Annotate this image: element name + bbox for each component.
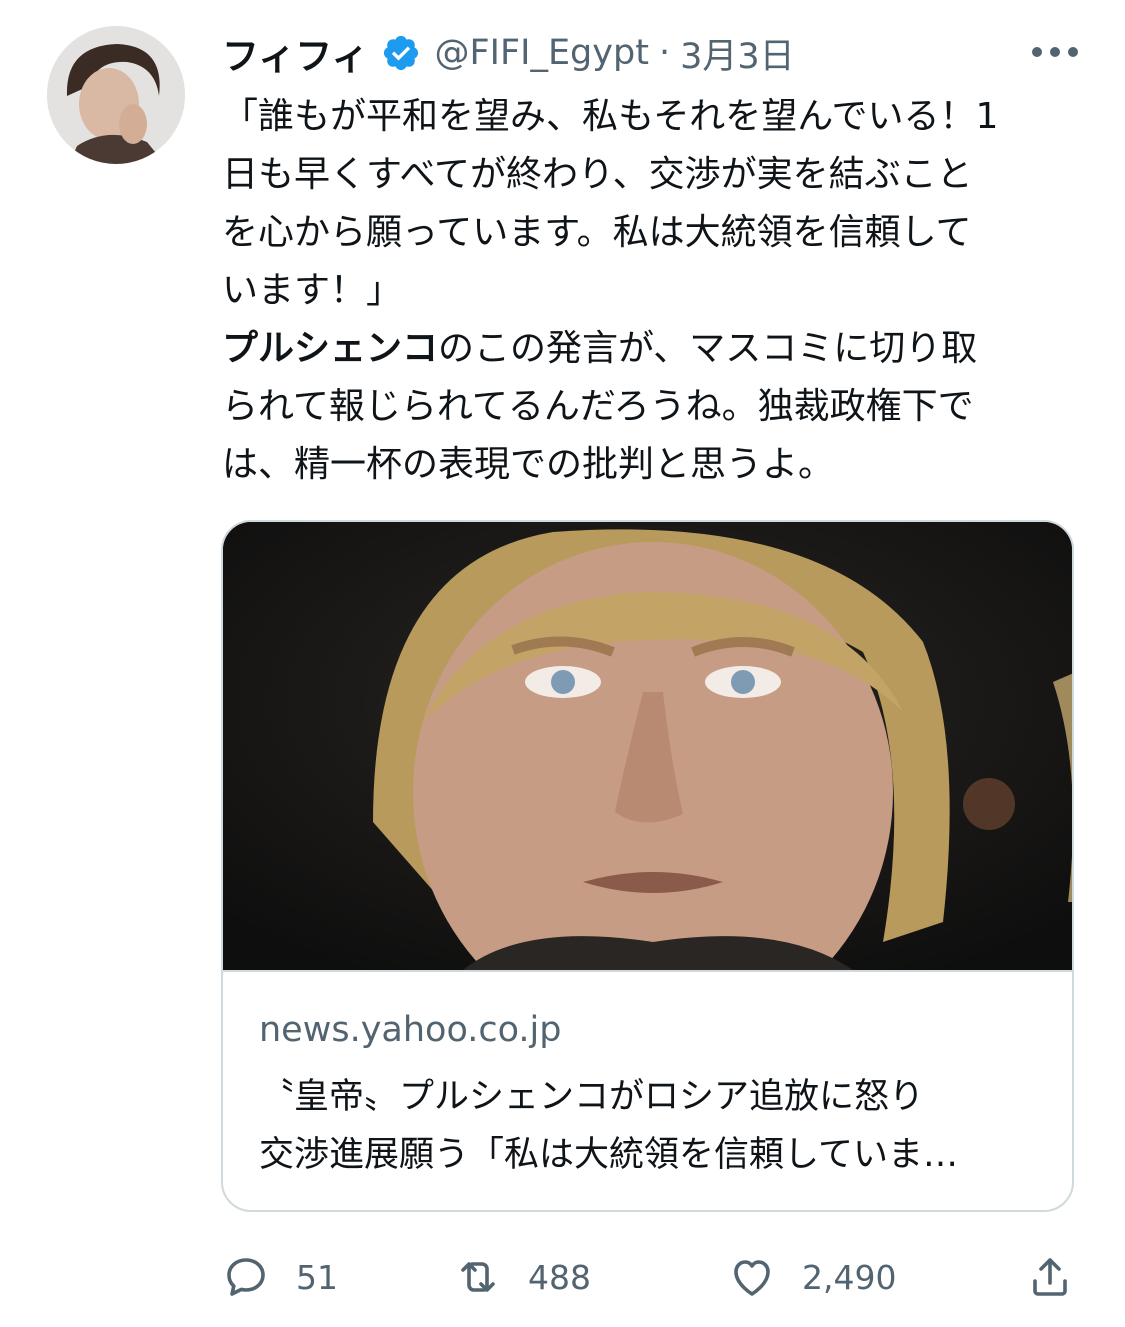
tweet-text: 「誰もが平和を望み、私もそれを望んでいる！1 日も早くすべてが終わり、交渉が実を… [222,88,1082,494]
tweet-header: フィフィ @FIFI_Egypt · 3月3日 [222,26,1085,80]
tweet-line: います！」 [222,270,403,311]
reply-icon [227,1258,265,1296]
card-image[interactable] [223,522,1072,970]
like-count: 2,490 [802,1257,897,1297]
tweet-line: は、精一杯の表現での批判と思うよ。 [222,444,835,485]
author-avatar[interactable] [47,26,185,164]
action-bar: 51 488 2,490 [222,1245,1082,1309]
tweet-bold-word: プルシェンコ [222,328,439,369]
separator-dot: · [658,33,671,73]
verified-badge-icon [383,35,418,71]
tweet-date[interactable]: 3月3日 [680,28,795,79]
share-button[interactable] [1026,1245,1074,1309]
retweet-count: 488 [528,1257,591,1297]
author-handle[interactable]: @FIFI_Egypt [435,33,649,73]
author-name[interactable]: フィフィ [222,26,369,80]
tweet-line: 日も早くすべてが終わり、交渉が実を結ぶこと [222,154,973,195]
card-title-line: 〝皇帝〟プルシェンコがロシア追放に怒り [259,1077,925,1117]
reply-button[interactable]: 51 [222,1245,338,1309]
card-domain: news.yahoo.co.jp [259,1010,562,1050]
card-divider [223,970,1072,972]
tweet-line: を心から願っています。私は大統領を信頼して [222,212,972,253]
link-card[interactable]: news.yahoo.co.jp 〝皇帝〟プルシェンコがロシア追放に怒り 交渉進… [221,520,1074,1212]
tweet-line: られて報じられてるんだろうね。独裁政権下で [222,386,974,427]
card-title: 〝皇帝〟プルシェンコがロシア追放に怒り 交渉進展願う「私は大統領を信頼していま… [259,1068,1049,1184]
reply-count: 51 [296,1257,338,1297]
tweet-line: 「誰もが平和を望み、私もそれを望んでいる！1 [222,96,999,137]
more-icon[interactable] [1025,36,1085,68]
share-icon [1033,1258,1067,1296]
like-button[interactable]: 2,490 [728,1245,896,1309]
card-title-line: 交渉進展願う「私は大統領を信頼していま… [259,1135,958,1175]
like-icon [734,1260,770,1296]
tweet-line: のこの発言が、マスコミに切り取 [438,328,978,369]
retweet-button[interactable]: 488 [454,1245,591,1309]
retweet-icon [461,1262,495,1292]
